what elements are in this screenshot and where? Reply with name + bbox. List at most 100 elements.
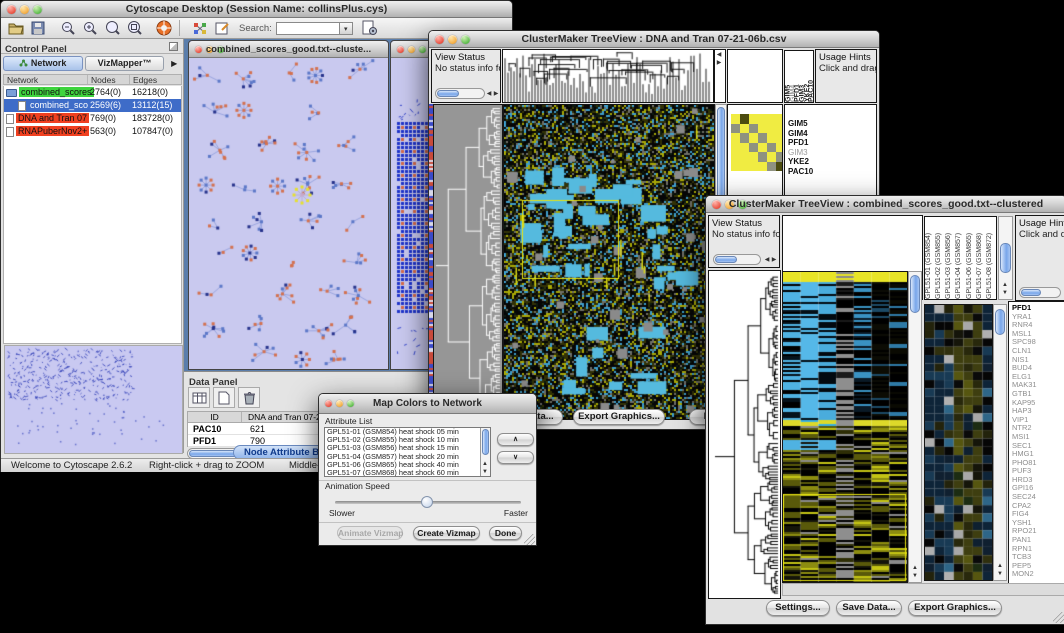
- labels-vscrollbar[interactable]: ▲ ▼: [998, 216, 1013, 300]
- table-icon[interactable]: [188, 387, 210, 408]
- attribute-listbox[interactable]: GPL51-01 (GSM854) heat shock 05 min GPL51…: [324, 427, 491, 477]
- matrix-cell[interactable]: [776, 133, 783, 143]
- attribute-list-item[interactable]: GPL51-01 (GSM854) heat shock 05 min: [325, 428, 480, 436]
- scroll-right-icon[interactable]: ▶: [714, 59, 724, 67]
- network-canvas[interactable]: [190, 58, 387, 369]
- matrix-cell[interactable]: [749, 114, 758, 124]
- matrix-cell[interactable]: [731, 162, 740, 172]
- network-tree-row[interactable]: RNAPuberNov2+563(0)107847(0): [4, 125, 181, 138]
- correlation-matrix[interactable]: [731, 114, 783, 171]
- matrix-cell[interactable]: [758, 143, 767, 153]
- speed-slider-thumb[interactable]: [421, 496, 433, 508]
- resize-grip[interactable]: [524, 534, 535, 545]
- new-doc-icon[interactable]: [213, 387, 235, 408]
- matrix-cell[interactable]: [731, 143, 740, 153]
- matrix-cell[interactable]: [749, 133, 758, 143]
- gene-label[interactable]: PFD1: [788, 138, 876, 148]
- matrix-cell[interactable]: [740, 152, 749, 162]
- zoom-vscrollbar[interactable]: ▲ ▼: [993, 304, 1007, 581]
- attribute-list-item[interactable]: GPL51-03 (GSM856) heat shock 15 min: [325, 444, 480, 452]
- scroll-up-icon[interactable]: ▲: [480, 460, 490, 468]
- network-tree-row[interactable]: combined_sco2569(6)13112(15): [4, 99, 181, 112]
- scroll-right-icon[interactable]: ▶: [491, 90, 501, 98]
- open-folder-icon[interactable]: [5, 18, 27, 39]
- matrix-cell[interactable]: [776, 124, 783, 134]
- matrix-cell[interactable]: [731, 114, 740, 124]
- scroll-down-icon[interactable]: ▼: [480, 468, 490, 476]
- matrix-cell[interactable]: [740, 133, 749, 143]
- node-edit-icon[interactable]: [189, 18, 211, 39]
- matrix-cell[interactable]: [731, 152, 740, 162]
- attribute-list-item[interactable]: GPL51-07 (GSM868) heat shock 60 min: [325, 469, 480, 476]
- save-icon[interactable]: [27, 18, 49, 39]
- scroll-left-icon[interactable]: ◀: [714, 51, 724, 59]
- heatmap-main[interactable]: [503, 104, 715, 420]
- bottom-hscrollbar[interactable]: [782, 583, 1064, 596]
- matrix-cell[interactable]: [776, 152, 783, 162]
- hints-hscrollbar[interactable]: [1019, 287, 1061, 298]
- gene-label[interactable]: YKE2: [788, 157, 876, 167]
- matrix-cell[interactable]: [740, 162, 749, 172]
- top-scroll-sliver[interactable]: ◀ ▶: [714, 49, 726, 103]
- button-create-vizmap[interactable]: Create Vizmap: [413, 526, 480, 540]
- matrix-cell[interactable]: [776, 114, 783, 124]
- status-hscrollbar[interactable]: [435, 88, 485, 99]
- matrix-cell[interactable]: [749, 152, 758, 162]
- treeview1-titlebar[interactable]: ClusterMaker TreeView : DNA and Tran 07-…: [429, 31, 879, 48]
- zoom-fit-icon[interactable]: [123, 18, 145, 39]
- gene-label[interactable]: GIM3: [788, 148, 876, 158]
- search-input[interactable]: [276, 22, 340, 35]
- matrix-cell[interactable]: [758, 133, 767, 143]
- matrix-cell[interactable]: [749, 124, 758, 134]
- button-settings[interactable]: Settings...: [766, 600, 830, 616]
- cytoscape-titlebar[interactable]: Cytoscape Desktop (Session Name: collins…: [1, 1, 512, 18]
- matrix-cell[interactable]: [731, 133, 740, 143]
- trash-icon[interactable]: [238, 387, 260, 408]
- float-panel-icon[interactable]: [169, 42, 178, 51]
- minimize-button[interactable]: [408, 46, 415, 53]
- matrix-cell[interactable]: [758, 162, 767, 172]
- tab-overflow-arrow[interactable]: ▶: [166, 56, 182, 72]
- matrix-cell[interactable]: [767, 152, 776, 162]
- annotation-icon[interactable]: [211, 18, 233, 39]
- row-dendrogram[interactable]: [433, 104, 503, 420]
- gene-label[interactable]: PAC10: [788, 167, 876, 177]
- tab-vizmapper[interactable]: VizMapper™: [85, 56, 165, 71]
- resize-grip[interactable]: [1053, 612, 1064, 623]
- button-save-data[interactable]: Save Data...: [836, 600, 902, 616]
- zoom-button[interactable]: [419, 46, 426, 53]
- tab-network[interactable]: Network: [3, 56, 83, 71]
- status-hscrollbar[interactable]: [713, 254, 761, 265]
- matrix-cell[interactable]: [767, 133, 776, 143]
- zoom-selected-icon[interactable]: [101, 18, 123, 39]
- matrix-cell[interactable]: [776, 162, 783, 172]
- heatmap-vscrollbar[interactable]: ▲ ▼: [908, 271, 922, 583]
- network-tree-row[interactable]: combined_scores2764(0)16218(0): [4, 86, 181, 99]
- doc-settings-icon[interactable]: [359, 18, 381, 39]
- matrix-cell[interactable]: [767, 114, 776, 124]
- heatmap-zoom[interactable]: [924, 304, 993, 581]
- button-export-graphics[interactable]: Export Graphics...: [573, 409, 665, 425]
- attribute-list-item[interactable]: GPL51-04 (GSM857) heat shock 20 min: [325, 453, 480, 461]
- scroll-up-icon[interactable]: ▲: [1000, 281, 1010, 289]
- move-up-button[interactable]: ∧: [497, 433, 534, 446]
- dialog-titlebar[interactable]: Map Colors to Network: [319, 394, 536, 414]
- matrix-cell[interactable]: [749, 162, 758, 172]
- matrix-cell[interactable]: [776, 143, 783, 153]
- gene-label[interactable]: GIM5: [788, 119, 876, 129]
- matrix-cell[interactable]: [749, 143, 758, 153]
- matrix-cell[interactable]: [740, 114, 749, 124]
- scroll-down-icon[interactable]: ▼: [995, 570, 1005, 578]
- matrix-cell[interactable]: [767, 124, 776, 134]
- list-vscrollbar[interactable]: ▲ ▼: [480, 428, 490, 476]
- matrix-cell[interactable]: [767, 162, 776, 172]
- birdseye-view[interactable]: [4, 345, 183, 454]
- attribute-list-item[interactable]: GPL51-06 (GSM865) heat shock 40 min: [325, 461, 480, 469]
- help-ring-icon[interactable]: [153, 18, 175, 39]
- scroll-up-icon[interactable]: ▲: [995, 562, 1005, 570]
- zoom-out-icon[interactable]: [57, 18, 79, 39]
- close-button[interactable]: [397, 46, 404, 53]
- matrix-cell[interactable]: [758, 114, 767, 124]
- matrix-cell[interactable]: [740, 124, 749, 134]
- zoom-in-icon[interactable]: [79, 18, 101, 39]
